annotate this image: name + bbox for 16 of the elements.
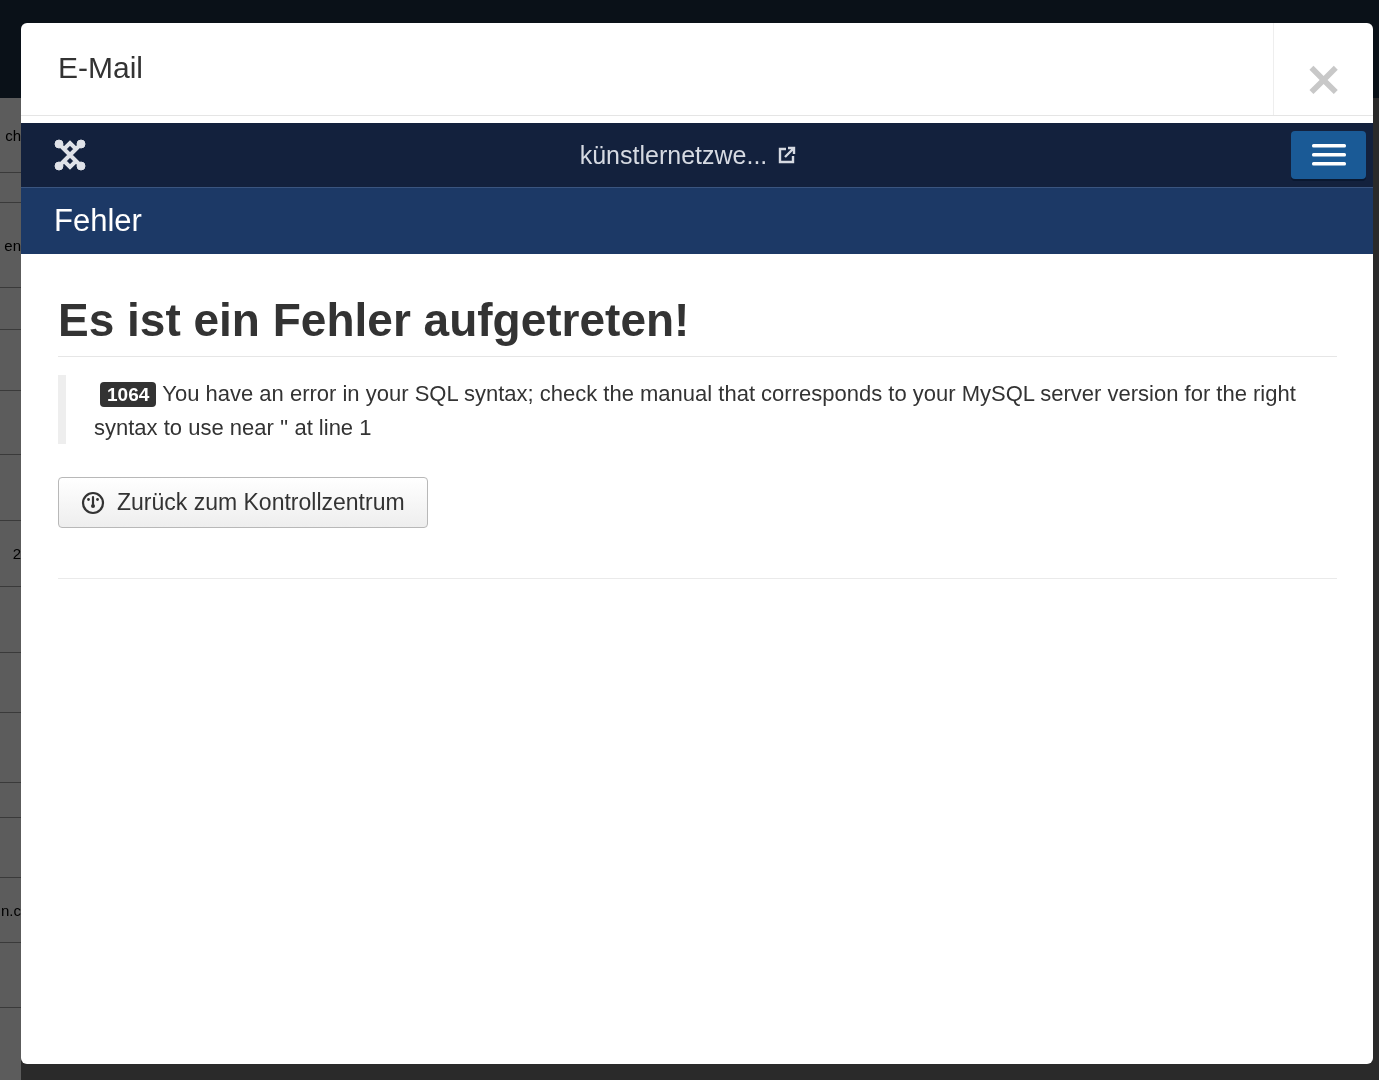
menu-icon	[1311, 143, 1346, 167]
logo-icon	[54, 139, 86, 171]
modal-title: E-Mail	[58, 51, 143, 84]
background-text: 2	[12, 545, 21, 562]
back-button[interactable]: Zurück zum Kontrollzentrum	[58, 477, 428, 528]
menu-button[interactable]	[1291, 131, 1366, 179]
dashboard-icon	[81, 490, 105, 515]
background-text: ch	[5, 126, 21, 144]
page-header: Fehler	[21, 188, 1373, 254]
background-text: en	[4, 236, 21, 254]
error-code-label: 1064	[100, 382, 157, 407]
external-link-icon	[777, 145, 798, 165]
error-message: 1064 You have an error in your SQL syntax; check the manual that corresponds to your MySQL server version for the right syntax to use near '' at line 1	[58, 375, 1337, 444]
site-link[interactable]: künstlernetzwe...	[579, 140, 768, 170]
background-text: n.c	[1, 901, 21, 919]
error-heading: Es ist ein Fehler aufgetreten!	[58, 292, 1337, 357]
